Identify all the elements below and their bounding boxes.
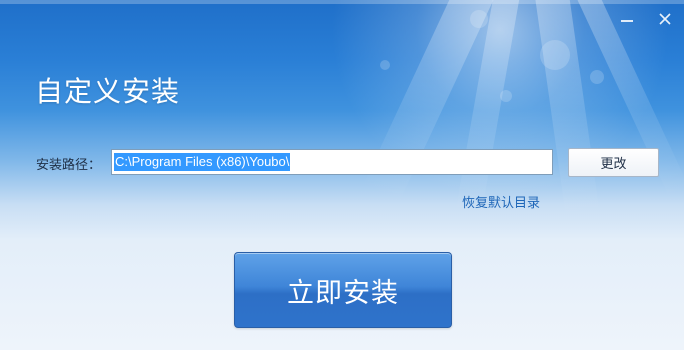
install-path-input[interactable]: C:\Program Files (x86)\Youbo\ — [111, 149, 553, 175]
install-now-button[interactable]: 立即安装 — [234, 252, 452, 328]
decor-bubble — [540, 40, 570, 70]
decor-bubble — [380, 60, 390, 70]
light-ray — [455, 0, 526, 219]
page-title: 自定义安装 — [35, 75, 181, 108]
minimize-icon — [621, 20, 633, 22]
close-icon — [659, 13, 671, 25]
decor-bubble — [590, 70, 604, 84]
minimize-button[interactable] — [616, 8, 638, 30]
restore-default-directory-link[interactable]: 恢复默认目录 — [462, 192, 540, 211]
install-path-label: 安装路径： — [36, 158, 102, 173]
decor-bubble — [500, 90, 512, 102]
light-ray — [530, 0, 601, 220]
close-button[interactable] — [654, 8, 676, 30]
installer-window: 自定义安装 安装路径： C:\Program Files (x86)\Youbo… — [0, 0, 684, 350]
install-path-value: C:\Program Files (x86)\Youbo\ — [114, 153, 291, 171]
decor-bubble — [470, 10, 488, 28]
window-top-edge — [0, 0, 684, 4]
change-path-button[interactable]: 更改 — [568, 148, 659, 177]
